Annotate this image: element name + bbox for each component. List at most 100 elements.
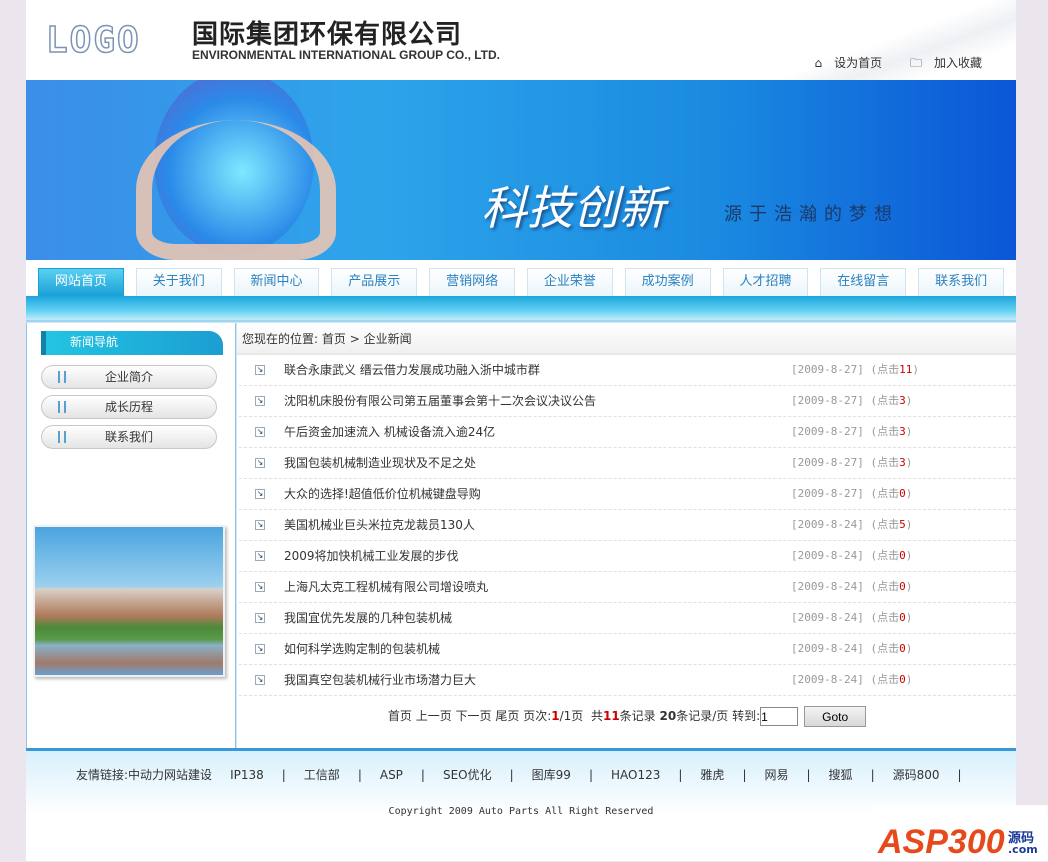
news-meta: [2009-8-27] (点击11) [791,363,919,376]
nav-tab-message[interactable]: 在线留言 [820,268,907,296]
news-title-link[interactable]: 我国包装机械制造业现状及不足之处 [284,448,476,478]
news-row: ↘ 2009将加快机械工业发展的步伐 [2009-8-24] (点击0) [239,541,1016,572]
sidebar: 新闻导航 企业简介 成长历程 联系我们 [26,323,236,749]
friend-link[interactable]: 工信部 [304,768,340,782]
news-title-link[interactable]: 联合永康武义 缙云借力发展成功融入浙中城市群 [284,355,540,385]
nav-tab-home[interactable]: 网站首页 [38,268,124,296]
top-links: ⌂ 设为首页 🗀 加入收藏 [791,54,983,75]
friend-link[interactable]: 图库99 [532,768,571,782]
news-row: ↘ 沈阳机床股份有限公司第五届董事会第十二次会议决议公告 [2009-8-27] (… [239,386,1016,417]
arrow-icon: ↘ [255,365,265,375]
friend-link[interactable]: 搜狐 [829,768,853,782]
news-row: ↘ 我国真空包装机械行业市场潜力巨大 [2009-8-24] (点击0) [239,665,1016,696]
friend-link[interactable]: 网易 [764,768,788,782]
nav-tab-products[interactable]: 产品展示 [331,268,418,296]
nav-tab-jobs[interactable]: 人才招聘 [722,268,809,296]
news-meta: [2009-8-27] (点击3) [791,456,913,469]
news-meta: [2009-8-24] (点击0) [791,673,913,686]
goto-button[interactable]: Goto [804,706,867,727]
copyright: Copyright 2009 Auto Parts All Right Rese… [388,806,654,817]
nav-strip [26,296,1016,322]
news-title-link[interactable]: 如何科学选购定制的包装机械 [284,634,440,664]
folder-icon: 🗀 [909,56,922,70]
pagination: 首页 上一页 下一页 尾页 页次:1/1页 共11条记录 20条记录/页 转到:… [237,706,1017,727]
friend-link[interactable]: IP138 [230,768,264,782]
news-title-link[interactable]: 2009将加快机械工业发展的步伐 [284,541,459,571]
news-row: ↘ 上海凡太克工程机械有限公司增设喷丸 [2009-8-24] (点击0) [239,572,1016,603]
company-name-en: ENVIRONMENTAL INTERNATIONAL GROUP CO., L… [192,48,501,62]
breadcrumb: 您现在的位置: 首页 > 企业新闻 [237,323,1016,355]
news-title-link[interactable]: 上海凡太克工程机械有限公司增设喷丸 [284,572,488,602]
breadcrumb-current: 企业新闻 [363,332,412,346]
sidebar-item-profile[interactable]: 企业简介 [41,365,217,389]
news-title-link[interactable]: 我国真空包装机械行业市场潜力巨大 [284,665,476,695]
news-meta: [2009-8-27] (点击3) [791,394,913,407]
news-row: ↘ 我国宜优先发展的几种包装机械 [2009-8-24] (点击0) [239,603,1016,634]
pager-prev[interactable]: 上一页 [416,709,452,723]
friend-link[interactable]: 雅虎 [700,768,724,782]
friend-link[interactable]: 源码800 [893,768,940,782]
bars-icon [58,371,66,383]
friend-links: 友情链接:中动力网站建设 IP138 | 工信部 | ASP | SEO优化 | 图库99 | HAO… [76,768,962,782]
news-row: ↘ 如何科学选购定制的包装机械 [2009-8-24] (点击0) [239,634,1016,665]
news-title-link[interactable]: 沈阳机床股份有限公司第五届董事会第十二次会议决议公告 [284,386,596,416]
home-icon: ⌂ [814,56,823,70]
sidebar-item-history[interactable]: 成长历程 [41,395,217,419]
pager-first[interactable]: 首页 [388,709,412,723]
friend-link[interactable]: 中动力网站建设 [128,768,212,782]
arrow-icon: ↘ [255,458,265,468]
footer: 友情链接:中动力网站建设 IP138 | 工信部 | ASP | SEO优化 | 图库99 | HAO… [26,748,1016,817]
arrow-icon: ↘ [255,551,265,561]
sidebar-item-contact[interactable]: 联系我们 [41,425,217,449]
news-row: ↘ 午后资金加速流入 机械设备流入逾24亿 [2009-8-27] (点击3) [239,417,1016,448]
watermark-logo: ASP300 源码 .com [872,805,1048,861]
goto-page-input[interactable] [760,707,799,726]
news-title-link[interactable]: 美国机械业巨头米拉克龙裁员130人 [284,510,475,540]
pager-last[interactable]: 尾页 [495,709,519,723]
news-meta: [2009-8-27] (点击3) [791,425,913,438]
breadcrumb-home[interactable]: 首页 [322,332,346,346]
arrow-icon: ↘ [255,582,265,592]
friend-link[interactable]: ASP [380,768,403,782]
add-favorite-link[interactable]: 🗀 加入收藏 [898,56,982,70]
friend-link[interactable]: SEO优化 [443,768,492,782]
arrow-icon: ↘ [255,396,265,406]
logo[interactable]: LOGO [45,19,141,62]
news-title-link[interactable]: 午后资金加速流入 机械设备流入逾24亿 [284,417,495,447]
news-row: ↘ 联合永康武义 缙云借力发展成功融入浙中城市群 [2009-8-27] (点击11… [239,355,1016,386]
news-meta: [2009-8-24] (点击0) [791,611,913,624]
bars-icon [58,431,66,443]
banner-slogan: 科技创新 [481,181,665,235]
nav-tab-news[interactable]: 新闻中心 [233,268,320,296]
arrow-icon: ↘ [255,675,265,685]
company-name-cn: 国际集团环保有限公司 [192,20,463,50]
main-nav: 网站首页 关于我们 新闻中心 产品展示 营销网络 企业荣誉 成功案例 人才招聘 … [26,260,1016,296]
nav-tab-cases[interactable]: 成功案例 [624,268,711,296]
news-row: ↘ 我国包装机械制造业现状及不足之处 [2009-8-27] (点击3) [239,448,1016,479]
bars-icon [58,401,66,413]
nav-tab-contact[interactable]: 联系我们 [918,268,1004,296]
banner: 科技创新 源于浩瀚的梦想 [26,80,1016,260]
hands-image [136,120,336,260]
friend-link[interactable]: HAO123 [611,768,660,782]
arrow-icon: ↘ [255,644,265,654]
news-row: ↘ 大众的选择!超值低价位机械键盘导购 [2009-8-27] (点击0) [239,479,1016,510]
set-home-link[interactable]: ⌂ 设为首页 [803,56,883,70]
arrow-icon: ↘ [255,613,265,623]
arrow-icon: ↘ [255,520,265,530]
page: LOGO 国际集团环保有限公司 ENVIRONMENTAL INTERNATIO… [26,0,1016,861]
banner-subslogan: 源于浩瀚的梦想 [724,204,899,225]
header: LOGO 国际集团环保有限公司 ENVIRONMENTAL INTERNATIO… [26,0,1016,80]
news-meta: [2009-8-24] (点击5) [791,518,913,531]
arrow-icon: ↘ [255,489,265,499]
friend-links-label: 友情链接: [76,768,129,782]
nav-tab-network[interactable]: 营销网络 [429,268,515,296]
nav-tab-honors[interactable]: 企业荣誉 [526,268,613,296]
news-row: ↘ 美国机械业巨头米拉克龙裁员130人 [2009-8-24] (点击5) [239,510,1016,541]
pager-next[interactable]: 下一页 [456,709,492,723]
news-title-link[interactable]: 大众的选择!超值低价位机械键盘导购 [284,479,481,509]
sidebar-title: 新闻导航 [41,331,223,355]
nav-tab-about[interactable]: 关于我们 [135,268,222,296]
news-meta: [2009-8-24] (点击0) [791,580,913,593]
news-title-link[interactable]: 我国宜优先发展的几种包装机械 [284,603,452,633]
